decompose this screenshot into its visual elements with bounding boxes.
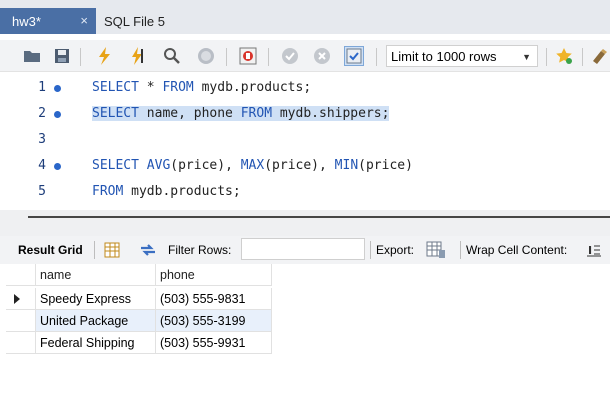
panel-splitter[interactable] bbox=[0, 210, 610, 236]
query-toolbar: Limit to 1000 rows ▼ bbox=[0, 40, 610, 72]
grid-layout-icon[interactable] bbox=[102, 240, 122, 260]
beautify-icon[interactable] bbox=[590, 46, 610, 66]
save-icon[interactable] bbox=[52, 46, 72, 66]
toolbar-separator bbox=[226, 48, 227, 66]
grid-cell-name[interactable]: Speedy Express bbox=[36, 288, 156, 310]
toolbar-separator bbox=[582, 48, 583, 66]
keyword: SELECT bbox=[92, 80, 139, 95]
grid-cell-name[interactable]: Federal Shipping bbox=[36, 332, 156, 354]
keyword: AVG bbox=[146, 158, 171, 173]
column-header-name[interactable]: name bbox=[36, 264, 156, 286]
execute-lightning-icon[interactable] bbox=[94, 46, 114, 66]
row-header[interactable] bbox=[6, 332, 36, 354]
table-row[interactable]: United Package (503) 555-3199 bbox=[6, 310, 272, 332]
code-text: FROM mydb.products; bbox=[92, 184, 241, 199]
tab-label: SQL File 5 bbox=[104, 13, 165, 29]
line-number: 2 bbox=[38, 106, 46, 121]
row-header[interactable] bbox=[6, 310, 36, 332]
line-number: 3 bbox=[38, 132, 46, 147]
line-number: 5 bbox=[38, 184, 46, 199]
bookmark-star-icon[interactable] bbox=[554, 46, 574, 66]
keyword: FROM bbox=[162, 80, 194, 95]
keyword: SELECT bbox=[92, 158, 139, 173]
tab-bar: hw3* × SQL File 5 bbox=[0, 0, 610, 34]
code-fragment: (price), bbox=[264, 158, 335, 173]
wrap-text-icon[interactable]: I bbox=[584, 240, 604, 260]
code-text: SELECT * FROM mydb.products; bbox=[92, 80, 311, 95]
keyword: FROM bbox=[240, 106, 273, 121]
splitter-bar bbox=[28, 216, 610, 218]
commit-icon[interactable] bbox=[280, 46, 300, 66]
code-line: 2 SELECT name, phone FROM mydb.shippers; bbox=[0, 100, 610, 126]
grid-header-row: name phone bbox=[6, 264, 272, 286]
code-fragment: (price) bbox=[358, 158, 413, 173]
table-row[interactable]: Federal Shipping (503) 555-9931 bbox=[6, 332, 272, 354]
code-line: 4 SELECT AVG(price), MAX(price), MIN(pri… bbox=[0, 152, 610, 178]
line-number: 4 bbox=[38, 158, 46, 173]
grid-cell-phone[interactable]: (503) 555-9831 bbox=[156, 288, 272, 310]
keyword: SELECT bbox=[92, 106, 139, 121]
execute-cursor-lightning-icon[interactable] bbox=[128, 46, 148, 66]
keyword: FROM bbox=[92, 184, 124, 199]
filter-rows-label: Filter Rows: bbox=[168, 243, 232, 257]
code-fragment: mydb.products; bbox=[193, 80, 312, 95]
code-line: 5 FROM mydb.products; bbox=[0, 178, 610, 204]
refresh-arrows-icon[interactable] bbox=[138, 240, 158, 260]
toggle-error-icon[interactable] bbox=[238, 46, 258, 66]
close-icon[interactable]: × bbox=[80, 13, 88, 28]
toolbar-separator bbox=[460, 241, 461, 259]
current-row-pointer-icon bbox=[14, 294, 20, 304]
export-grid-icon[interactable] bbox=[426, 240, 446, 260]
statement-marker-icon bbox=[54, 85, 61, 92]
code-line: 1 SELECT * FROM mydb.products; bbox=[0, 74, 610, 100]
code-text-selected: SELECT name, phone FROM mydb.shippers; bbox=[92, 106, 390, 121]
code-fragment: * bbox=[138, 80, 163, 95]
column-header-phone[interactable]: phone bbox=[156, 264, 272, 286]
toolbar-separator bbox=[268, 48, 269, 66]
sql-editor[interactable]: 1 SELECT * FROM mydb.products; 2 SELECT … bbox=[0, 72, 610, 210]
stop-icon[interactable] bbox=[196, 46, 216, 66]
rollback-icon[interactable] bbox=[312, 46, 332, 66]
toolbar-separator bbox=[370, 241, 371, 259]
svg-text:I: I bbox=[588, 244, 592, 257]
autocommit-icon[interactable] bbox=[344, 46, 364, 66]
table-row[interactable]: Speedy Express (503) 555-9831 bbox=[6, 288, 272, 310]
wrap-cell-content-label: Wrap Cell Content: bbox=[466, 243, 568, 257]
tab-sql-file-5[interactable]: SQL File 5 bbox=[104, 8, 165, 34]
line-number: 1 bbox=[38, 80, 46, 95]
folder-open-icon[interactable] bbox=[22, 46, 42, 66]
filter-rows-input[interactable] bbox=[241, 238, 365, 260]
code-line: 3 bbox=[0, 126, 610, 152]
statement-marker-icon bbox=[54, 111, 61, 118]
grid-cell-name[interactable]: United Package bbox=[36, 310, 156, 332]
statement-marker-icon bbox=[54, 163, 61, 170]
code-text: SELECT AVG(price), MAX(price), MIN(price… bbox=[92, 158, 413, 173]
code-fragment: mydb.shippers; bbox=[272, 106, 390, 121]
toolbar-separator bbox=[376, 48, 377, 66]
row-header[interactable] bbox=[6, 288, 36, 310]
explain-magnifier-icon[interactable] bbox=[162, 46, 182, 66]
keyword: MIN bbox=[334, 158, 359, 173]
chevron-down-icon: ▼ bbox=[522, 52, 531, 62]
code-fragment: mydb.products; bbox=[123, 184, 241, 199]
tab-label: hw3* bbox=[12, 13, 41, 29]
grid-cell-phone[interactable]: (503) 555-3199 bbox=[156, 310, 272, 332]
code-fragment bbox=[139, 158, 147, 173]
export-label: Export: bbox=[376, 243, 415, 257]
result-grid-tab[interactable]: Result Grid bbox=[18, 243, 83, 257]
toolbar-separator bbox=[94, 241, 95, 259]
grid-cell-phone[interactable]: (503) 555-9931 bbox=[156, 332, 272, 354]
code-fragment: name, phone bbox=[138, 106, 241, 121]
row-header-corner bbox=[6, 264, 36, 286]
code-fragment: (price), bbox=[170, 158, 241, 173]
keyword: MAX bbox=[240, 158, 265, 173]
tab-hw3[interactable]: hw3* × bbox=[0, 8, 96, 34]
result-toolbar: Result Grid Filter Rows: Export: Wrap Ce… bbox=[0, 236, 610, 264]
toolbar-separator bbox=[80, 48, 81, 66]
limit-rows-select[interactable]: Limit to 1000 rows ▼ bbox=[386, 45, 538, 67]
limit-rows-value: Limit to 1000 rows bbox=[391, 48, 497, 64]
toolbar-separator bbox=[546, 48, 547, 66]
